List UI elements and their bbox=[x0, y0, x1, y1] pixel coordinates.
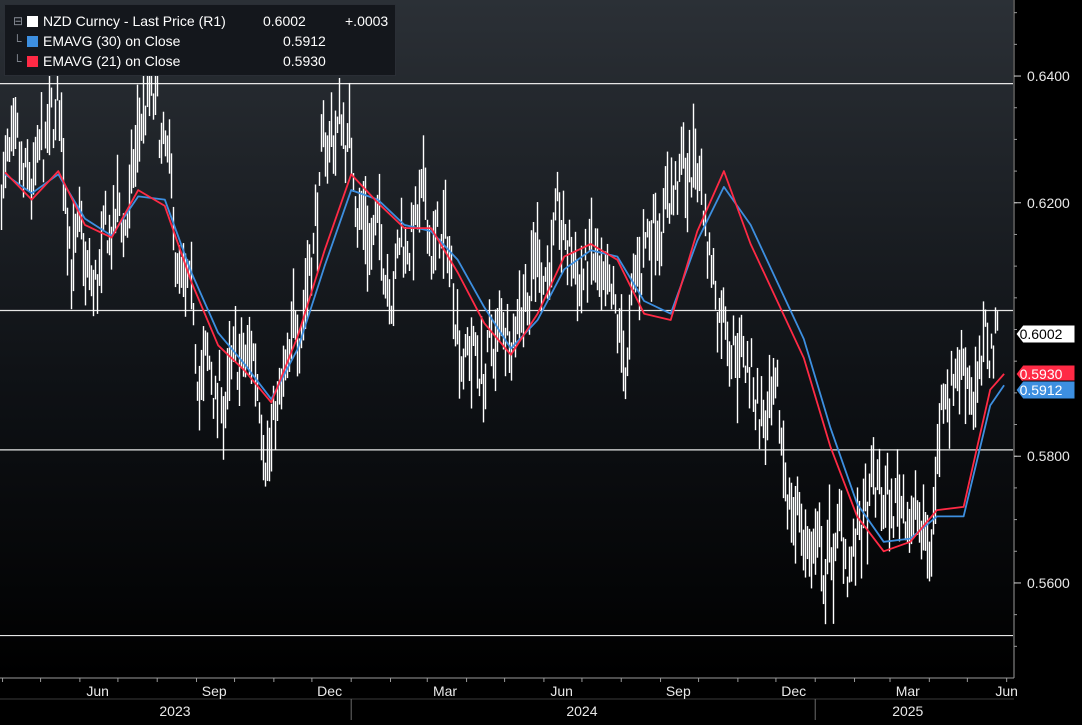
y-tick-label: 0.5800 bbox=[1027, 448, 1070, 464]
x-month-label: Sep bbox=[202, 683, 227, 699]
collapse-icon[interactable]: ⊟ bbox=[13, 11, 23, 31]
legend-ema30-name: EMAVG (30) on Close bbox=[43, 33, 181, 49]
ema21-swatch bbox=[27, 56, 38, 67]
legend-ema30-value: 0.5912 bbox=[283, 33, 326, 49]
ema21-tag: 0.5930 bbox=[1015, 364, 1076, 384]
x-year-label: 2023 bbox=[159, 703, 190, 719]
legend-price-name: NZD Curncy - Last Price (R1) bbox=[43, 13, 226, 29]
price-swatch bbox=[27, 16, 38, 27]
ema30-swatch bbox=[27, 36, 38, 47]
x-month-label: Sep bbox=[666, 683, 691, 699]
x-month-label: Mar bbox=[433, 683, 457, 699]
x-month-label: Jun bbox=[995, 683, 1018, 699]
tag-label: 0.5912 bbox=[1020, 382, 1063, 398]
last-price-tag: 0.6002 bbox=[1015, 324, 1076, 344]
y-tick-label: 0.6400 bbox=[1027, 68, 1070, 84]
x-month-label: Jun bbox=[550, 683, 573, 699]
ema30-tag: 0.5912 bbox=[1015, 380, 1076, 400]
legend-ema21-value: 0.5930 bbox=[283, 53, 326, 69]
tag-label: 0.6002 bbox=[1020, 326, 1063, 342]
x-year-label: 2025 bbox=[892, 703, 923, 719]
y-tick-label: 0.6200 bbox=[1027, 195, 1070, 211]
x-year-label: 2024 bbox=[566, 703, 597, 719]
x-month-label: Jun bbox=[86, 683, 109, 699]
legend-price-change: +.0003 bbox=[345, 13, 389, 29]
chart: 0.6400 0.6200 0.5800 0.5600 Jun Sep Dec Mar Jun S… bbox=[0, 0, 1082, 720]
legend-ema21-name: EMAVG (21) on Close bbox=[43, 53, 181, 69]
x-month-label: Dec bbox=[781, 683, 806, 699]
legend: ⊟ NZD Curncy - Last Price (R1) 0.6002 +.… bbox=[4, 4, 396, 76]
legend-price-value: 0.6002 bbox=[263, 13, 306, 29]
y-tick-label: 0.5600 bbox=[1027, 575, 1070, 591]
tag-label: 0.5930 bbox=[1020, 366, 1063, 382]
chart-svg: 0.6400 0.6200 0.5800 0.5600 Jun Sep Dec Mar Jun S… bbox=[0, 0, 1082, 720]
tree-branch-icon: └ bbox=[13, 54, 22, 68]
x-month-label: Dec bbox=[317, 683, 342, 699]
x-month-label: Mar bbox=[896, 683, 920, 699]
tree-branch-icon: └ bbox=[13, 34, 22, 48]
